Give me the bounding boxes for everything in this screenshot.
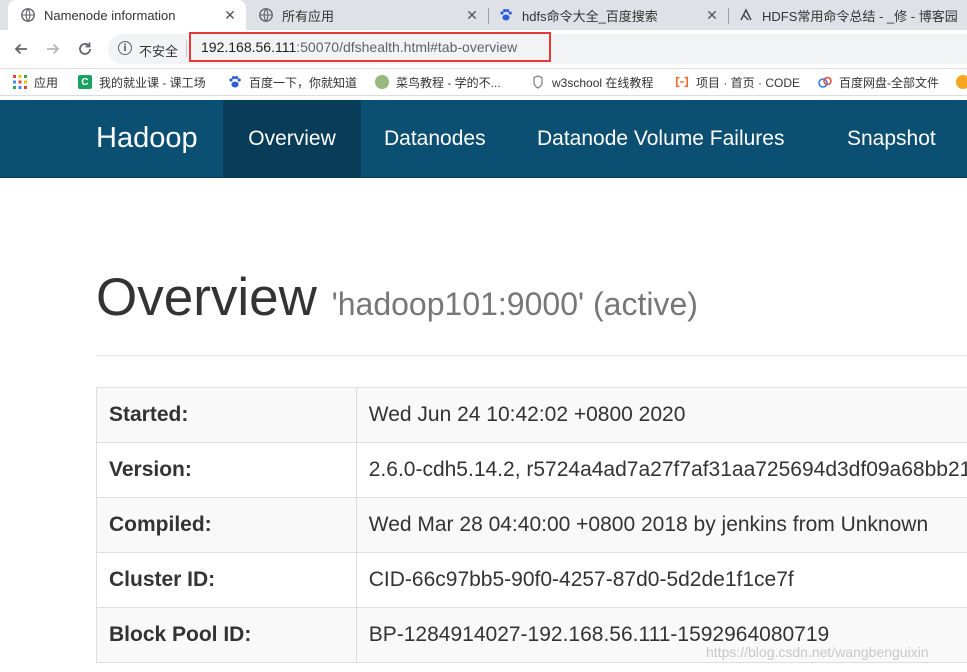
runoob-icon [375, 75, 389, 89]
row-label: Started: [96, 387, 357, 443]
tab-namenode-information[interactable]: Namenode information ✕ [8, 0, 246, 30]
row-value: Wed Mar 28 04:40:00 +0800 2018 by jenkin… [355, 497, 967, 553]
overview-table: Started: Wed Jun 24 10:42:02 +0800 2020 … [96, 387, 967, 663]
forward-button[interactable] [42, 38, 64, 60]
divider [186, 41, 187, 57]
tab-title: Namenode information [44, 7, 176, 23]
tab-separator [728, 8, 729, 24]
divider [96, 355, 967, 356]
bookmark-label: 项目 · 首页 · CODE [696, 75, 800, 90]
bookmark-baidu-pan[interactable]: 百度网盘-全部文件 [818, 73, 939, 91]
back-button[interactable] [10, 38, 32, 60]
address-bar[interactable]: i 不安全 192.168.56.111:50070/dfshealth.htm… [108, 32, 967, 64]
tab-separator [488, 8, 489, 24]
cnblogs-icon [738, 7, 754, 23]
hadoop-navbar: Hadoop Overview Datanodes Datanode Volum… [0, 100, 967, 178]
bookmark-label: 应用 [34, 75, 59, 90]
table-row: Compiled: Wed Mar 28 04:40:00 +0800 2018… [96, 497, 967, 553]
baidu-paw-icon [228, 75, 242, 89]
table-row: Cluster ID: CID-66c97bb5-90f0-4257-87d0-… [96, 552, 967, 608]
nav-snapshot[interactable]: Snapshot [847, 100, 936, 177]
bookmark-kgc[interactable]: C 我的就业课 - 课工场 [78, 73, 206, 91]
tab-title: 所有应用 [282, 8, 335, 24]
tab-title: hdfs命令大全_百度搜索 [522, 8, 658, 24]
tab-baidu-search[interactable]: hdfs命令大全_百度搜索 ✕ [490, 0, 728, 30]
bookmark-overflow[interactable] [956, 73, 967, 91]
url-path: :50070/dfshealth.html#tab-overview [296, 39, 518, 55]
table-row: Started: Wed Jun 24 10:42:02 +0800 2020 [96, 387, 967, 443]
reload-button[interactable] [74, 38, 96, 60]
bookmark-label: w3school 在线教程 [552, 75, 654, 90]
bookmark-runoob[interactable]: 菜鸟教程 - 学的不... [375, 73, 501, 91]
url-field[interactable]: 192.168.56.111:50070/dfshealth.html#tab-… [189, 32, 551, 62]
reload-icon [79, 42, 91, 55]
watermark: https://blog.csdn.net/wangbenguixin [706, 644, 929, 660]
globe-icon [20, 7, 36, 23]
bookmark-baidu[interactable]: 百度一下，你就知道 [228, 73, 357, 91]
bookmark-label: 菜鸟教程 - 学的不... [396, 75, 501, 90]
row-value: CID-66c97bb5-90f0-4257-87d0-5d2de1f1ce7f [355, 552, 967, 608]
table-row: Version: 2.6.0-cdh5.14.2, r5724a4ad7a27f… [96, 442, 967, 498]
baidu-paw-icon [498, 7, 514, 23]
tab-cnblogs[interactable]: HDFS常用命令总结 - _修 - 博客园 [730, 0, 967, 30]
bookmarks-bar: 应用 C 我的就业课 - 课工场 百度一下，你就知道 菜鸟教程 - 学的不...… [0, 69, 967, 96]
row-value: Wed Jun 24 10:42:02 +0800 2020 [355, 387, 967, 443]
nav-overview[interactable]: Overview [223, 100, 361, 177]
browser-toolbar: i 不安全 192.168.56.111:50070/dfshealth.htm… [0, 30, 967, 69]
security-label[interactable]: 不安全 [139, 41, 178, 60]
bookmark-code[interactable]: 项目 · 首页 · CODE [675, 73, 800, 91]
row-label: Compiled: [96, 497, 357, 553]
globe-icon [258, 7, 274, 23]
bookmark-w3school[interactable]: w3school 在线教程 [531, 73, 653, 91]
brand-logo[interactable]: Hadoop [96, 100, 198, 177]
arrow-left-icon [14, 43, 27, 55]
info-icon[interactable]: i [118, 41, 132, 55]
kgc-icon: C [78, 75, 92, 89]
bookmark-apps[interactable]: 应用 [13, 73, 58, 91]
nav-datanode-volume-failures[interactable]: Datanode Volume Failures [537, 100, 784, 177]
browser-tab-strip: Namenode information ✕ 所有应用 ✕ hdfs命令大全_百… [0, 0, 967, 30]
arrow-right-icon [47, 43, 60, 55]
baidu-pan-icon [818, 75, 832, 89]
row-value: 2.6.0-cdh5.14.2, r5724a4ad7a27f7af31aa72… [355, 442, 967, 498]
page-title-text: Overview [96, 268, 317, 327]
url-host: 192.168.56.111 [201, 39, 297, 55]
row-label: Block Pool ID: [96, 607, 357, 663]
close-icon[interactable]: ✕ [464, 7, 480, 24]
bookmark-label: 我的就业课 - 课工场 [99, 75, 206, 90]
row-label: Cluster ID: [96, 552, 357, 608]
bookmark-icon [956, 75, 967, 89]
close-icon[interactable]: ✕ [222, 7, 238, 24]
page-subtitle: 'hadoop101:9000' (active) [331, 286, 698, 322]
w3school-icon [531, 75, 545, 89]
row-label: Version: [96, 442, 357, 498]
code-icon [675, 75, 689, 89]
bookmark-label: 百度一下，你就知道 [249, 75, 358, 90]
bookmark-label: 百度网盘-全部文件 [839, 75, 939, 90]
close-icon[interactable]: ✕ [704, 7, 720, 24]
tab-title: HDFS常用命令总结 - _修 - 博客园 [762, 8, 958, 24]
apps-grid-icon [13, 75, 27, 89]
nav-datanodes[interactable]: Datanodes [384, 100, 486, 177]
tab-all-apps[interactable]: 所有应用 ✕ [250, 0, 488, 30]
page-title: Overview 'hadoop101:9000' (active) [96, 268, 698, 334]
